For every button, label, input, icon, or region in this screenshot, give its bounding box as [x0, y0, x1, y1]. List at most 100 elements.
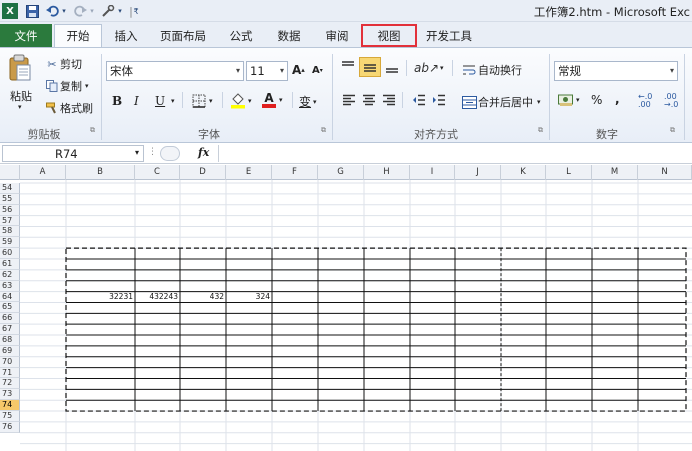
worksheet-grid[interactable]: ABCDEFGHIJKLMN 54 55 56 57 58 59 60 61 62 63 64 65 6…	[0, 165, 692, 451]
fill-color-button[interactable]: ▾	[230, 92, 252, 109]
number-format-dropdown-icon[interactable]: ▾	[670, 66, 674, 75]
tab-formulas[interactable]: 公式	[222, 24, 260, 47]
row-header-72[interactable]: 72	[0, 378, 20, 390]
alignment-launcher-icon[interactable]: ⧉	[538, 126, 543, 135]
row-header-61[interactable]: 61	[0, 259, 20, 270]
row-header-63[interactable]: 63	[0, 280, 20, 292]
row-header-71[interactable]: 71	[0, 367, 20, 379]
row-header-75[interactable]: 75	[0, 411, 20, 422]
row-header-65[interactable]: 65	[0, 302, 20, 314]
underline-button[interactable]: U	[155, 94, 165, 108]
phonetic-dropdown-icon[interactable]: ▾	[313, 98, 317, 106]
row-header-57[interactable]: 57	[0, 215, 20, 227]
grow-font-icon[interactable]: A ▴	[292, 63, 305, 77]
font-size-dropdown-icon[interactable]: ▾	[280, 66, 284, 75]
number-launcher-icon[interactable]: ⧉	[670, 126, 675, 135]
tab-file[interactable]: 文件	[0, 24, 52, 47]
comma-style-button[interactable]: ,	[615, 92, 620, 106]
font-name-select[interactable]: 宋体 ▾	[106, 61, 244, 81]
bold-button[interactable]: B	[112, 94, 122, 108]
wrap-text-button[interactable]: 自动换行	[460, 62, 522, 78]
italic-button[interactable]: I	[134, 94, 139, 108]
row-header-62[interactable]: 62	[0, 269, 20, 281]
row-header-66[interactable]: 66	[0, 313, 20, 325]
align-top-button[interactable]	[340, 60, 356, 74]
tab-page-layout[interactable]: 页面布局	[154, 24, 212, 47]
tab-developer[interactable]: 开发工具	[420, 24, 478, 47]
row-header-70[interactable]: 70	[0, 356, 20, 368]
increase-indent-button[interactable]	[432, 94, 446, 106]
row-header-59[interactable]: 59	[0, 237, 20, 249]
row-header-58[interactable]: 58	[0, 226, 20, 238]
accounting-dropdown-icon[interactable]: ▾	[576, 96, 580, 104]
merge-center-button[interactable]: 合并后居中 ▾	[460, 94, 541, 110]
row-header-54[interactable]: 54	[0, 183, 20, 194]
row-header-60[interactable]: 60	[0, 248, 20, 260]
insert-function-button[interactable]: fx	[198, 146, 209, 159]
copy-button[interactable]: 复制 ▾	[44, 78, 89, 94]
cell-b64[interactable]: 32231	[66, 292, 133, 303]
tab-home[interactable]: 开始	[54, 24, 102, 47]
orientation-dropdown-icon[interactable]: ▾	[440, 64, 444, 72]
paste-dropdown-icon[interactable]: ▾	[18, 103, 22, 111]
name-box-dropdown-icon[interactable]: ▾	[135, 148, 139, 157]
decrease-indent-button[interactable]	[412, 94, 426, 106]
font-color-dropdown-icon[interactable]: ▾	[279, 96, 283, 104]
customize-tools-icon[interactable]	[100, 3, 116, 19]
decrease-decimal-button[interactable]: .00 →.0	[664, 93, 678, 109]
cut-button[interactable]: ✂ 剪切	[44, 56, 82, 72]
qat-dropdown-icon[interactable]: ▾	[116, 3, 124, 19]
font-name-dropdown-icon[interactable]: ▾	[236, 66, 240, 75]
font-launcher-icon[interactable]: ⧉	[321, 126, 326, 135]
undo-icon[interactable]	[44, 3, 60, 19]
tab-insert[interactable]: 插入	[108, 24, 144, 47]
align-left-button[interactable]	[342, 94, 356, 106]
phonetic-button[interactable]: 变 ▾	[299, 93, 317, 110]
paste-button[interactable]	[8, 54, 34, 82]
merge-center-dropdown-icon[interactable]: ▾	[537, 98, 541, 106]
tab-data[interactable]: 数据	[270, 24, 308, 47]
borders-dropdown-icon[interactable]: ▾	[209, 97, 213, 105]
row-header-55[interactable]: 55	[0, 193, 20, 205]
font-size-select[interactable]: 11 ▾	[246, 61, 288, 81]
cell-c64[interactable]: 432243	[135, 292, 178, 303]
formula-bar-grip-icon[interactable]: ⋮	[148, 147, 158, 160]
underline-dropdown-icon[interactable]: ▾	[171, 97, 175, 105]
cell-d64[interactable]: 432	[180, 292, 224, 303]
redo-icon[interactable]	[72, 3, 88, 19]
borders-button[interactable]: ▾	[192, 94, 213, 108]
row-header-76[interactable]: 76	[0, 421, 20, 433]
formula-bar-resize-handle[interactable]	[160, 146, 180, 161]
row-header-67[interactable]: 67	[0, 324, 20, 336]
align-right-button[interactable]	[382, 94, 396, 106]
save-icon[interactable]	[24, 3, 40, 19]
orientation-button[interactable]: ab↗ ▾	[414, 61, 444, 75]
font-color-button[interactable]: A ▾	[262, 92, 283, 108]
undo-dropdown-icon[interactable]: ▾	[60, 3, 68, 19]
shrink-font-icon[interactable]: A ▾	[312, 65, 323, 76]
accounting-format-button[interactable]: ▾	[558, 93, 580, 107]
row-header-64[interactable]: 64	[0, 291, 20, 303]
tab-review[interactable]: 审阅	[318, 24, 356, 47]
fill-color-dropdown-icon[interactable]: ▾	[248, 97, 252, 105]
align-middle-button[interactable]	[359, 57, 381, 77]
row-header-73[interactable]: 73	[0, 389, 20, 401]
name-box[interactable]: R74 ▾	[2, 145, 144, 162]
number-format-select[interactable]: 常规 ▾	[554, 61, 678, 81]
row-header-69[interactable]: 69	[0, 345, 20, 357]
row-header-74[interactable]: 74	[0, 400, 20, 412]
redo-dropdown-icon[interactable]: ▾	[88, 3, 96, 19]
align-center-button[interactable]	[362, 94, 376, 106]
cell-e64[interactable]: 324	[226, 292, 270, 303]
formula-input[interactable]	[218, 145, 692, 162]
qat-more-icon[interactable]: ₹	[132, 3, 140, 19]
align-bottom-button[interactable]	[384, 60, 400, 74]
percent-style-button[interactable]: %	[591, 93, 602, 107]
clipboard-launcher-icon[interactable]: ⧉	[90, 126, 95, 135]
tab-view[interactable]: 视图	[361, 24, 417, 47]
format-painter-button[interactable]: 格式刷	[44, 100, 93, 116]
copy-dropdown-icon[interactable]: ▾	[85, 82, 89, 90]
increase-decimal-button[interactable]: ←.0.00	[638, 93, 652, 109]
row-header-56[interactable]: 56	[0, 204, 20, 216]
row-header-68[interactable]: 68	[0, 335, 20, 346]
